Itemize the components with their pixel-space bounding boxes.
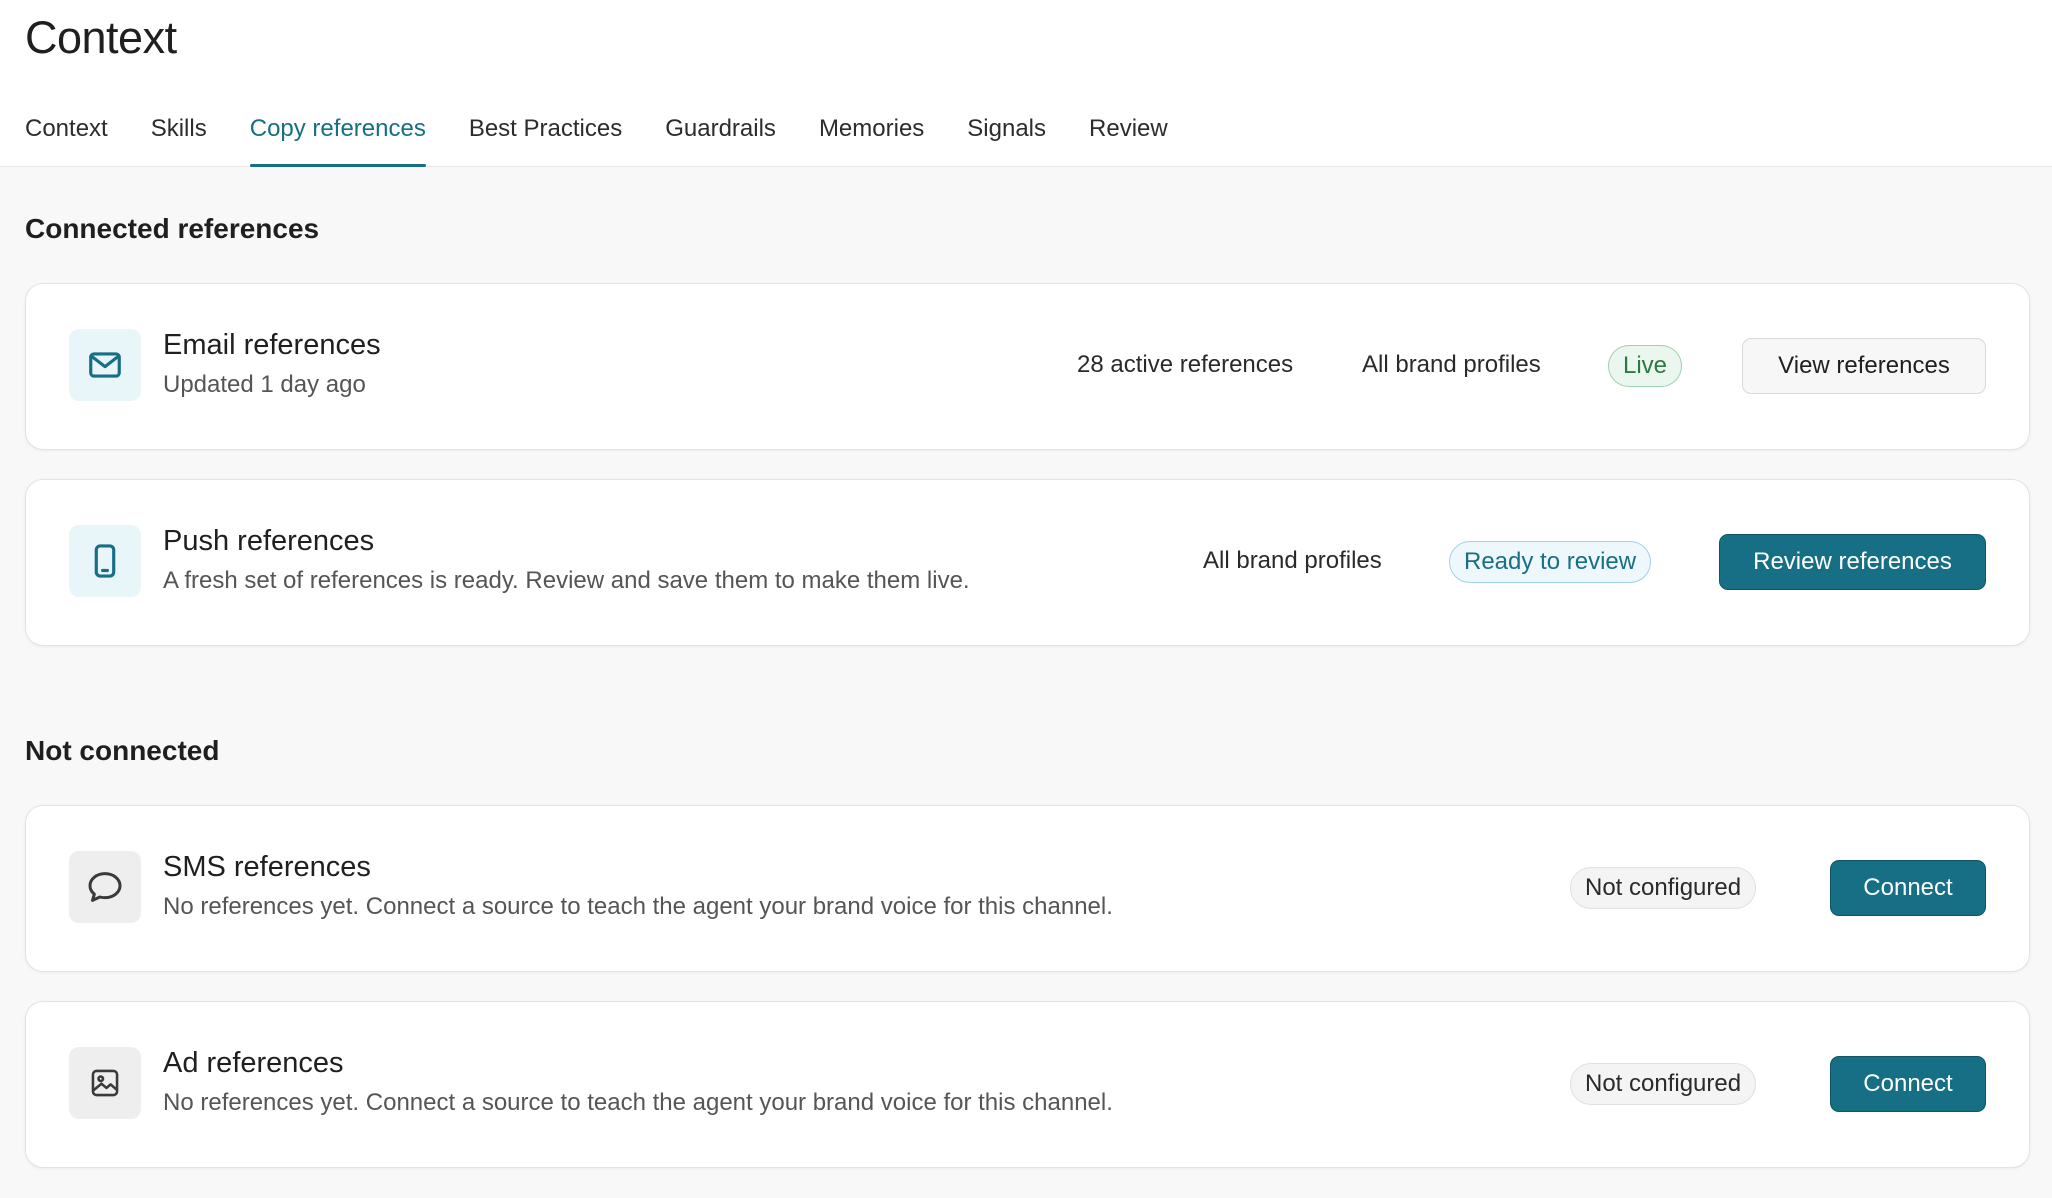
- tab-bar: Context Skills Copy references Best Prac…: [25, 115, 1211, 167]
- tab-guardrails[interactable]: Guardrails: [665, 115, 776, 167]
- connected-section-title: Connected references: [25, 213, 320, 244]
- page-header: Context Context Skills Copy references B…: [0, 0, 2052, 167]
- tab-context[interactable]: Context: [25, 115, 108, 167]
- image-ad-icon: [69, 1047, 141, 1119]
- tab-signals[interactable]: Signals: [967, 115, 1046, 167]
- chat-bubble-icon: [69, 851, 141, 923]
- card-subtitle: No references yet. Connect a source to t…: [163, 1089, 1113, 1116]
- sms-references-card: SMS references No references yet. Connec…: [25, 805, 2030, 972]
- tab-copy-references[interactable]: Copy references: [249, 115, 426, 167]
- status-badge: Live: [1608, 345, 1683, 387]
- connect-ad-button[interactable]: Connect: [1830, 1056, 1986, 1112]
- card-subtitle: No references yet. Connect a source to t…: [163, 893, 1113, 920]
- card-title: Email references: [163, 329, 381, 361]
- card-title: Push references: [163, 525, 375, 557]
- card-title: SMS references: [163, 851, 371, 883]
- phone-icon: [69, 525, 141, 597]
- email-references-card: Email references Updated 1 day ago 28 ac…: [25, 283, 2030, 450]
- card-title: Ad references: [163, 1047, 344, 1079]
- active-references-count: 28 active references: [1077, 351, 1294, 378]
- brand-profiles-label: All brand profiles: [1203, 547, 1382, 574]
- status-badge: Ready to review: [1449, 541, 1652, 583]
- connect-sms-button[interactable]: Connect: [1830, 860, 1986, 916]
- review-references-button[interactable]: Review references: [1719, 534, 1986, 590]
- not-connected-section-title: Not connected: [25, 735, 220, 766]
- push-references-card: Push references A fresh set of reference…: [25, 479, 2030, 646]
- tab-skills[interactable]: Skills: [151, 115, 207, 167]
- tab-best-practices[interactable]: Best Practices: [469, 115, 622, 167]
- page-title: Context: [25, 12, 177, 63]
- card-subtitle: A fresh set of references is ready. Revi…: [163, 567, 970, 594]
- tab-memories[interactable]: Memories: [819, 115, 924, 167]
- brand-profiles-label: All brand profiles: [1362, 351, 1541, 378]
- card-subtitle: Updated 1 day ago: [163, 371, 366, 398]
- tab-review[interactable]: Review: [1089, 115, 1168, 167]
- envelope-icon: [69, 329, 141, 401]
- status-badge: Not configured: [1570, 867, 1757, 909]
- status-badge: Not configured: [1570, 1063, 1757, 1105]
- ad-references-card: Ad references No references yet. Connect…: [25, 1001, 2030, 1168]
- view-references-button[interactable]: View references: [1742, 338, 1986, 394]
